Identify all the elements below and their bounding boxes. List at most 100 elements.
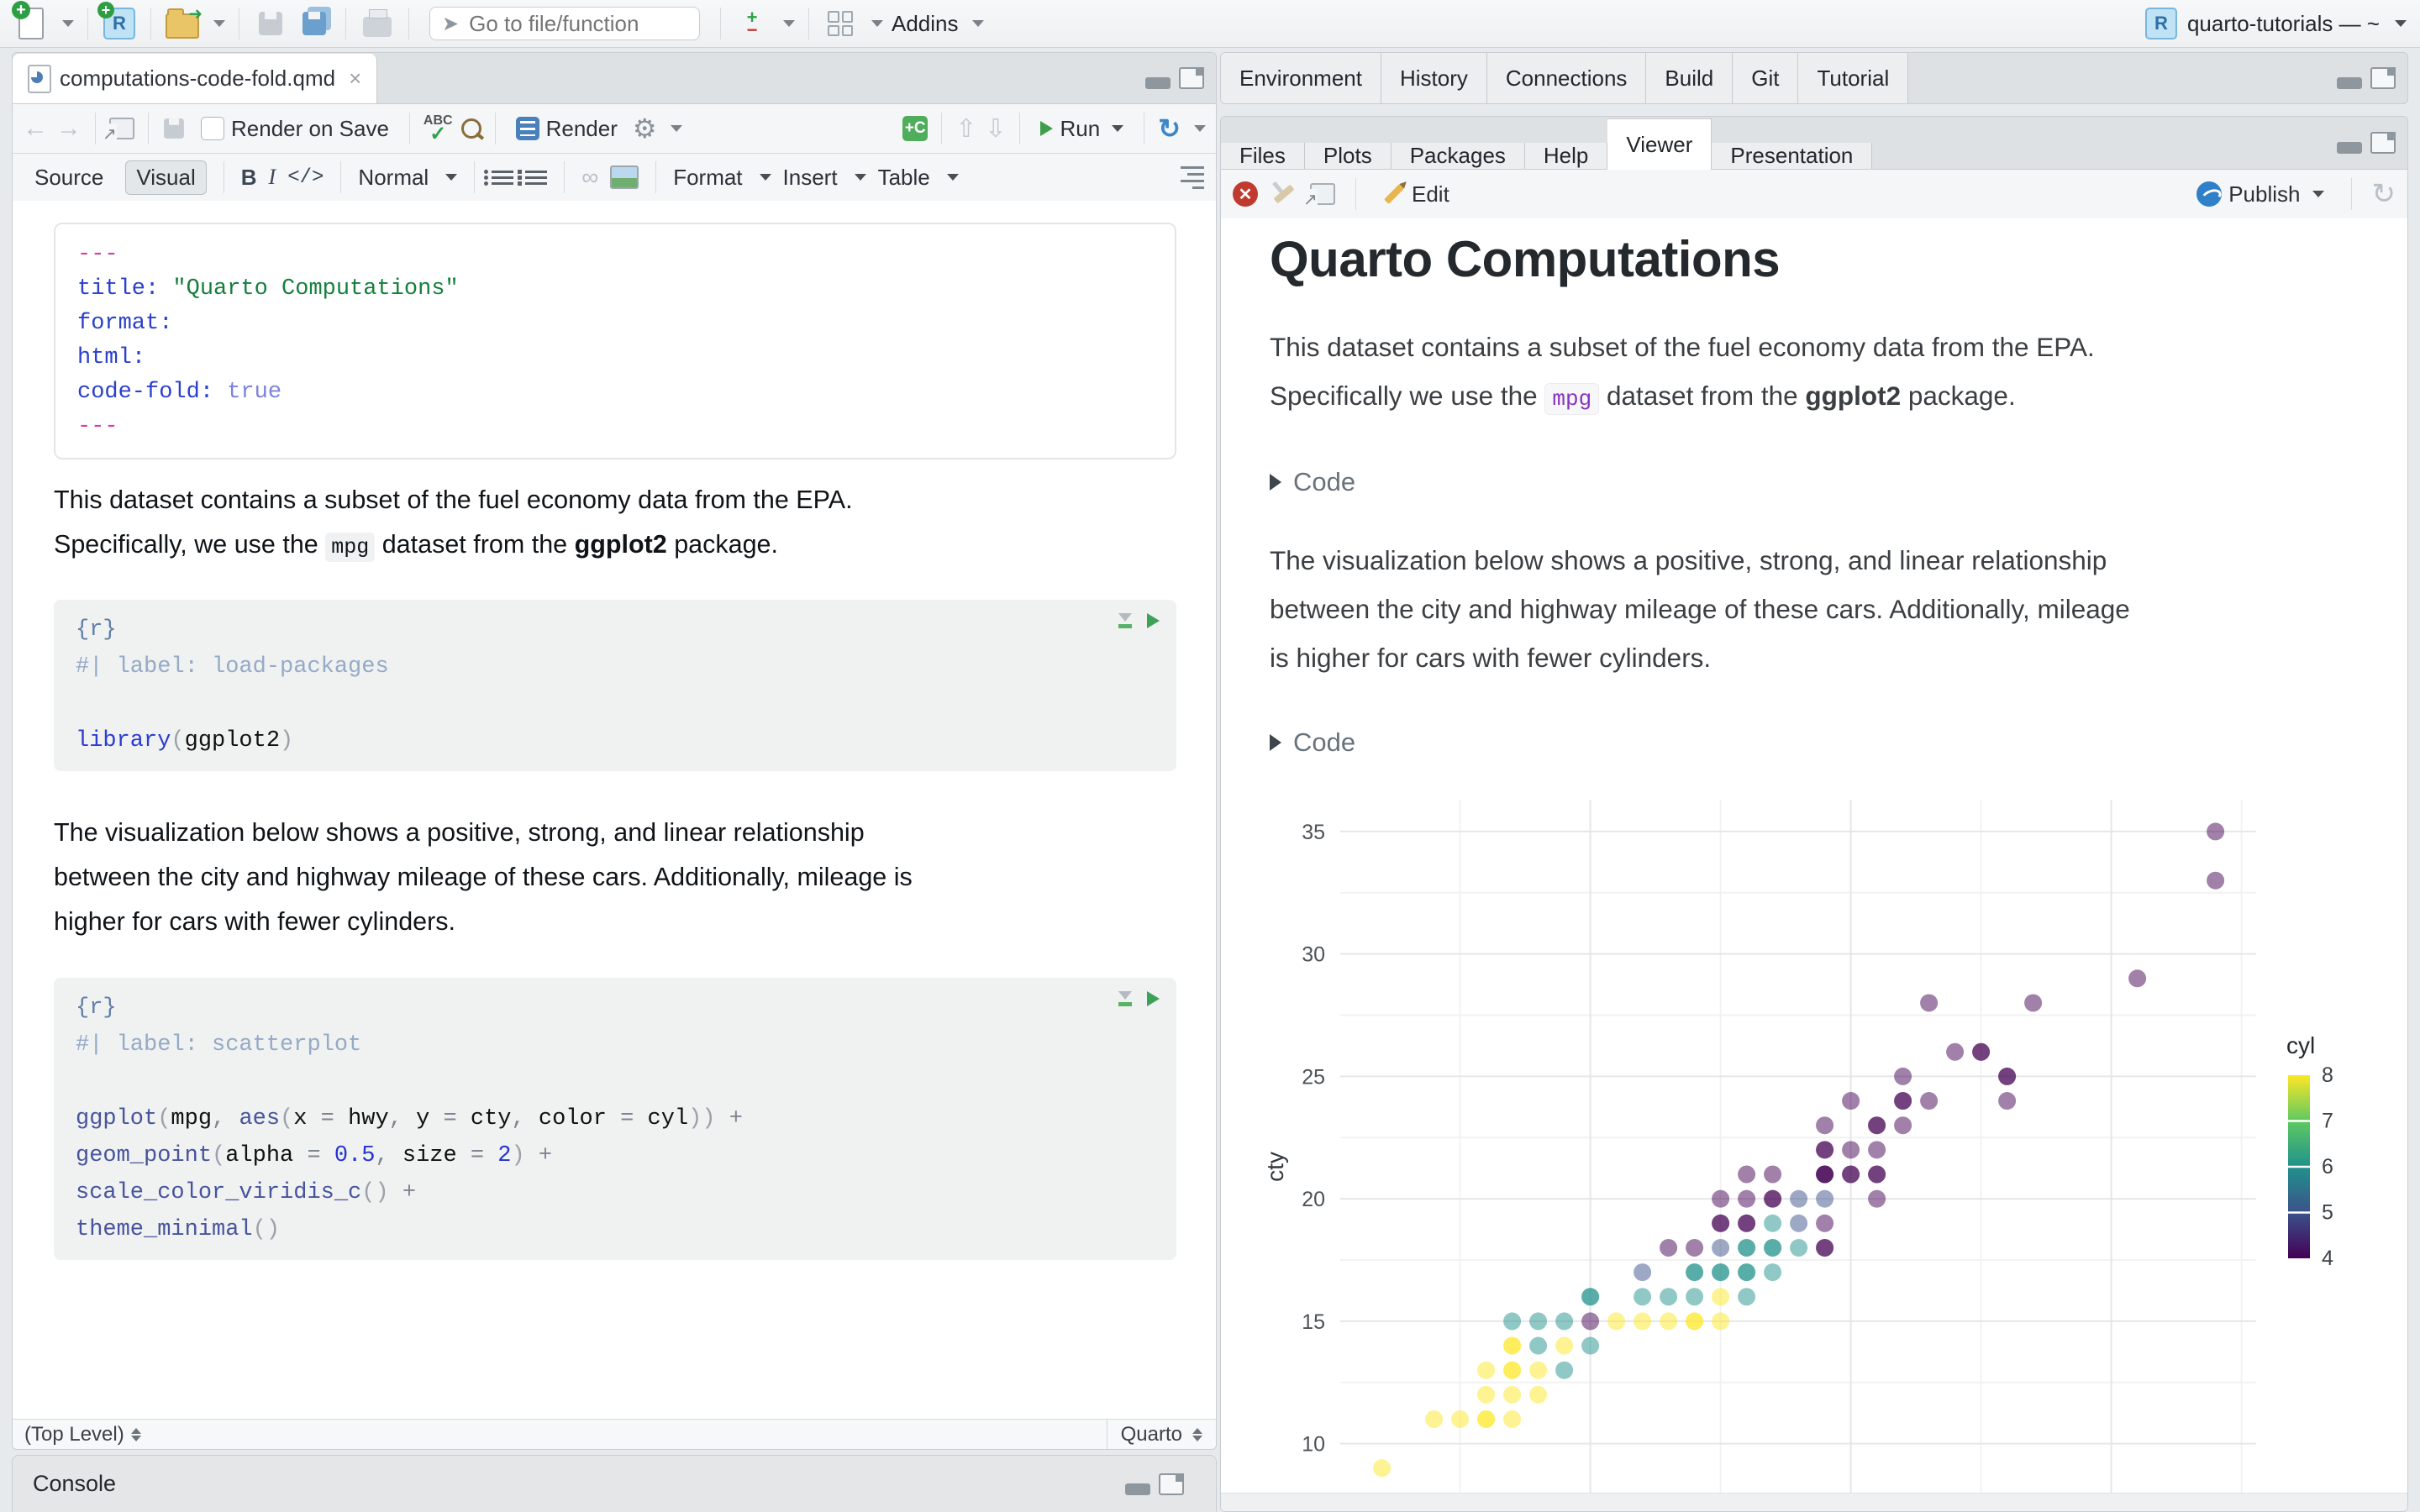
visual-mode-button[interactable]: Visual: [125, 160, 207, 195]
new-file-button[interactable]: [12, 1, 49, 41]
minimize-console-icon[interactable]: [1125, 1483, 1150, 1495]
open-in-new-window-icon[interactable]: [103, 118, 134, 144]
minimize-pane-icon[interactable]: [2337, 142, 2362, 154]
tab-help[interactable]: Help: [1524, 143, 1608, 169]
code-fold-toggle[interactable]: Code: [1270, 727, 1355, 758]
tab-git[interactable]: Git: [1733, 53, 1799, 103]
format-menu[interactable]: Format: [673, 165, 742, 191]
save-button[interactable]: [253, 6, 288, 41]
render-on-save-toggle[interactable]: Render on Save: [194, 113, 396, 145]
divider: [808, 8, 809, 39]
run-all-chunks-above-icon[interactable]: [1118, 613, 1132, 628]
render-button[interactable]: Render: [509, 113, 624, 145]
save-all-button[interactable]: [297, 6, 332, 41]
tab-connections[interactable]: Connections: [1486, 53, 1647, 103]
open-in-browser-icon[interactable]: [1303, 183, 1335, 210]
code-chunk-scatterplot[interactable]: {r} #| label: scatterplot ggplot(mpg, aes…: [54, 978, 1176, 1260]
gear-icon[interactable]: ⚙: [633, 113, 657, 144]
source-mode-button[interactable]: Source: [24, 161, 113, 194]
render-options-caret[interactable]: [670, 125, 682, 132]
tab-presentation[interactable]: Presentation: [1712, 143, 1873, 169]
insert-caret[interactable]: [854, 174, 866, 181]
run-all-chunks-above-icon[interactable]: [1118, 991, 1132, 1006]
clear-viewer-icon[interactable]: [1273, 184, 1295, 204]
run-caret[interactable]: [1112, 125, 1124, 132]
link-icon[interactable]: ∞: [581, 164, 598, 191]
tab-packages[interactable]: Packages: [1391, 143, 1525, 169]
visual-editor-canvas[interactable]: --- title: "Quarto Computations" format: h…: [13, 201, 1216, 1419]
table-menu[interactable]: Table: [878, 165, 930, 191]
italic-button[interactable]: I: [269, 165, 276, 190]
back-icon[interactable]: ←: [23, 114, 48, 143]
table-caret[interactable]: [946, 174, 959, 181]
tab-tutorial[interactable]: Tutorial: [1798, 53, 1909, 103]
insert-menu[interactable]: Insert: [783, 165, 838, 191]
edit-button[interactable]: Edit: [1376, 178, 1456, 211]
code-fold-toggle[interactable]: Code: [1270, 467, 1355, 497]
code-chunk-load-packages[interactable]: {r} #| label: load-packages library(ggplo…: [54, 600, 1176, 771]
bold-button[interactable]: B: [241, 165, 257, 191]
new-file-caret[interactable]: [62, 20, 74, 27]
run-button[interactable]: Run: [1034, 113, 1130, 145]
code-format-button[interactable]: </>: [287, 166, 324, 189]
tab-environment[interactable]: Environment: [1221, 53, 1381, 103]
refresh-icon[interactable]: ↻: [2372, 177, 2396, 211]
maximize-pane-icon[interactable]: [2370, 132, 2396, 154]
open-file-button[interactable]: [165, 3, 203, 41]
format-caret[interactable]: [759, 174, 771, 181]
run-chunk-icon[interactable]: [1147, 613, 1160, 628]
image-icon[interactable]: [610, 165, 639, 189]
project-menu[interactable]: R quarto-tutorials — ~: [2144, 8, 2407, 39]
publish-button[interactable]: Publish: [2190, 178, 2330, 211]
numbered-list-icon[interactable]: [518, 169, 548, 186]
tab-history[interactable]: History: [1381, 53, 1487, 103]
file-type-selector[interactable]: Quarto: [1106, 1420, 1216, 1449]
panes-caret[interactable]: [871, 20, 883, 27]
viewer-document[interactable]: Quarto Computations This dataset contain…: [1221, 218, 2407, 1511]
editor-paragraph[interactable]: The visualization below shows a positive…: [54, 811, 1180, 944]
tab-plots[interactable]: Plots: [1304, 143, 1392, 169]
new-project-button[interactable]: R: [97, 2, 137, 41]
goto-file-input[interactable]: [467, 9, 687, 38]
paragraph-style-select[interactable]: Normal: [358, 165, 429, 191]
tab-build[interactable]: Build: [1646, 53, 1733, 103]
addins-menu[interactable]: Addins: [892, 11, 959, 37]
insert-chunk-icon[interactable]: +C: [902, 116, 929, 141]
tab-computations-code-fold[interactable]: computations-code-fold.qmd ×: [13, 54, 378, 103]
paragraph-style-caret[interactable]: [445, 174, 458, 181]
project-caret[interactable]: [2395, 20, 2407, 27]
goto-file-search[interactable]: ➤: [429, 7, 700, 40]
print-button[interactable]: [360, 6, 395, 41]
run-next-chunk-icon[interactable]: ⇩: [985, 114, 1006, 144]
minimize-pane-icon[interactable]: [1145, 77, 1171, 89]
find-replace-icon[interactable]: [460, 118, 481, 139]
render-on-save-checkbox[interactable]: [201, 117, 224, 140]
run-chunk-icon[interactable]: [1147, 991, 1160, 1006]
close-tab-icon[interactable]: ×: [349, 66, 361, 92]
tab-viewer[interactable]: Viewer: [1607, 118, 1712, 170]
workspace-panes-button[interactable]: [823, 6, 858, 41]
outline-icon[interactable]: [1181, 165, 1204, 189]
open-recent-caret[interactable]: [213, 20, 225, 27]
spellcheck-icon[interactable]: ABC: [424, 114, 453, 142]
rerun-caret[interactable]: [1194, 125, 1206, 132]
stop-icon[interactable]: ✕: [1233, 181, 1258, 207]
editor-paragraph[interactable]: This dataset contains a subset of the fu…: [54, 478, 1180, 570]
run-chunks-above-icon[interactable]: ⇧: [955, 114, 976, 144]
console-pane-header[interactable]: Console: [12, 1455, 1217, 1512]
rerun-icon[interactable]: ↻: [1158, 113, 1181, 144]
maximize-console-icon[interactable]: [1159, 1473, 1184, 1495]
publish-caret[interactable]: [2312, 191, 2324, 197]
tab-files[interactable]: Files: [1221, 143, 1305, 169]
version-control-button[interactable]: + −: [734, 6, 770, 41]
yaml-metadata-block[interactable]: --- title: "Quarto Computations" format: h…: [54, 223, 1176, 459]
bullet-list-icon[interactable]: [484, 169, 514, 186]
version-control-caret[interactable]: [783, 20, 795, 27]
addins-caret[interactable]: [971, 20, 984, 27]
save-icon[interactable]: [164, 118, 184, 139]
minimize-pane-icon[interactable]: [2337, 77, 2362, 89]
scope-selector[interactable]: (Top Level): [24, 1423, 124, 1446]
maximize-pane-icon[interactable]: [2370, 67, 2396, 89]
forward-icon[interactable]: →: [56, 114, 82, 143]
maximize-pane-icon[interactable]: [1179, 67, 1204, 89]
